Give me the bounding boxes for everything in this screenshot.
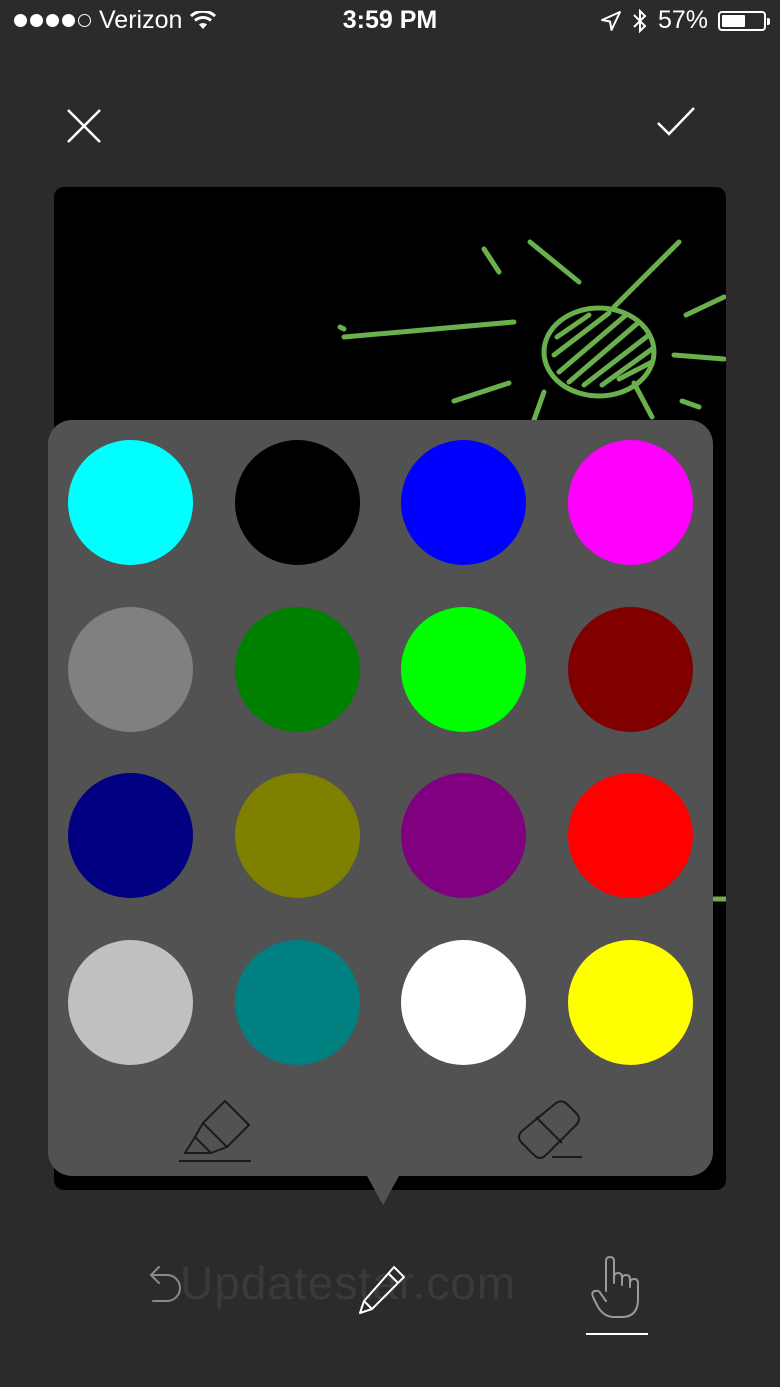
color-palette-popup [48,420,713,1176]
highlighter-button[interactable] [176,1098,254,1166]
palette-pointer [361,1165,405,1205]
color-swatch[interactable] [68,440,193,565]
confirm-button[interactable] [646,92,706,152]
color-swatch[interactable] [567,939,693,1065]
color-swatch[interactable] [234,606,360,732]
color-swatch[interactable] [401,440,526,565]
eraser-icon [518,1100,582,1159]
color-swatch[interactable] [401,606,526,732]
watermark: Updatestar.com [180,1257,517,1309]
color-swatch[interactable] [234,440,360,565]
hand-tool-button[interactable] [588,1254,646,1322]
highlighter-icon [179,1100,251,1162]
close-button[interactable] [54,96,114,156]
bluetooth-icon [633,8,647,33]
pencil-icon [359,1266,405,1314]
battery-percent: 57% [657,6,708,34]
status-bar-right: 57% [600,6,770,35]
color-swatch[interactable] [68,606,193,732]
close-icon [67,109,101,143]
color-swatch[interactable] [401,939,526,1065]
color-swatch[interactable] [234,939,360,1065]
color-swatch[interactable] [567,606,693,732]
color-swatch[interactable] [401,773,526,898]
pencil-button[interactable] [352,1262,410,1318]
eraser-button[interactable] [510,1098,586,1166]
color-swatch[interactable] [234,773,360,898]
undo-icon [150,1266,181,1302]
color-swatch[interactable] [567,440,693,565]
status-bar: Verizon 3:59 PM 57% [0,0,780,44]
color-swatch[interactable] [567,773,693,898]
color-swatch[interactable] [68,939,193,1065]
location-arrow-icon [600,10,621,31]
undo-button[interactable] [140,1262,186,1308]
hand-pointer-icon [591,1256,639,1318]
active-tool-indicator [586,1333,648,1335]
color-swatch[interactable] [68,773,193,898]
checkmark-icon [657,107,695,136]
battery-icon [718,10,770,31]
